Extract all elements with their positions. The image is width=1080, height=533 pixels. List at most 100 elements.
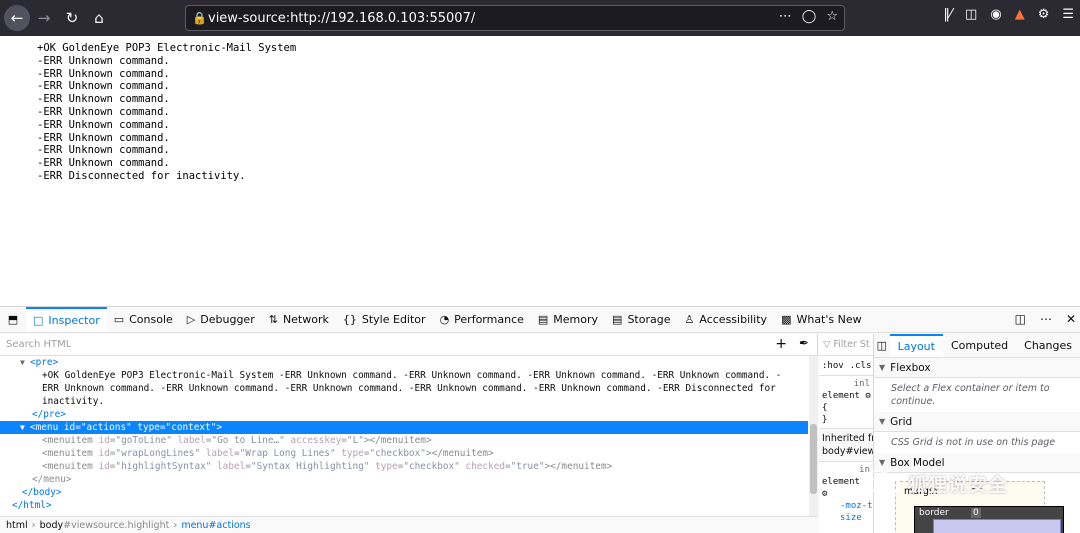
attr-value: "Wrap Long Lines" xyxy=(239,448,336,459)
debugger-icon: ▷ xyxy=(186,313,196,326)
tab-network[interactable]: ⇅ Network xyxy=(262,307,336,332)
box-model-padding xyxy=(933,519,1061,533)
box-model-diagram: margin 12 border 0 xyxy=(874,473,1080,533)
tab-performance[interactable]: ◔ Performance xyxy=(433,307,531,332)
cls-toggle[interactable]: .cls xyxy=(850,361,872,371)
attr-name: label xyxy=(177,435,206,446)
tag-close: </pre> xyxy=(32,409,66,420)
tab-debugger[interactable]: ▷ Debugger xyxy=(180,307,262,332)
scrollbar-thumb[interactable] xyxy=(810,424,817,494)
attr-value: "wrapLongLines" xyxy=(115,448,201,459)
rule-source[interactable]: in xyxy=(822,464,870,476)
more-icon[interactable]: ⋯ xyxy=(779,9,792,24)
boxmodel-section-header[interactable]: ▼ Box Model xyxy=(874,453,1080,473)
tag-close: ></menuitem> xyxy=(544,461,613,472)
tab-computed[interactable]: Computed xyxy=(943,334,1016,357)
tag-open: <menu xyxy=(30,422,59,433)
add-node-icon[interactable]: + xyxy=(775,336,787,352)
tab-inspector[interactable]: □ Inspector xyxy=(26,307,107,332)
response-line: -ERR Unknown command. xyxy=(37,157,170,170)
tab-storage[interactable]: ▤ Storage xyxy=(605,307,677,332)
pocket-icon[interactable]: ◯ xyxy=(802,9,817,24)
response-line: -ERR Unknown command. xyxy=(37,67,170,80)
chevron-down-icon: ▼ xyxy=(879,417,886,426)
grid-section-header[interactable]: ▼ Grid xyxy=(874,412,1080,432)
rule-property[interactable]: size xyxy=(822,512,870,524)
border-top-value[interactable]: 0 xyxy=(971,508,981,518)
insecure-connection-icon[interactable]: 🔒 xyxy=(186,11,208,25)
expand-triangle-icon[interactable]: ▼ xyxy=(20,421,30,434)
chevron-down-icon: ▼ xyxy=(879,458,886,467)
search-html-input[interactable] xyxy=(0,334,700,355)
response-line: -ERR Unknown command. xyxy=(37,93,170,106)
home-button[interactable]: ⌂ xyxy=(86,5,112,31)
pre-text-node[interactable]: +OK GoldenEye POP3 Electronic-Mail Syste… xyxy=(0,369,808,408)
tab-changes[interactable]: Changes xyxy=(1016,334,1080,357)
dock-options-icon[interactable]: ◫ xyxy=(1015,312,1026,326)
split-pane-icon: ◫ xyxy=(876,339,887,352)
eyedropper-icon[interactable]: ✒ xyxy=(799,336,809,350)
overflow-menu-icon[interactable]: ⋯ xyxy=(1040,312,1052,326)
fox-icon[interactable]: ▲ xyxy=(1015,7,1025,22)
tab-layout[interactable]: Layout xyxy=(889,334,943,357)
whats-new-icon: ▩ xyxy=(781,313,792,326)
inherited-from[interactable]: body#view xyxy=(822,445,873,458)
toggle-rules-pane-button[interactable]: ◫ xyxy=(874,334,890,357)
forward-button[interactable]: → xyxy=(31,5,57,31)
section-title: Box Model xyxy=(890,456,945,469)
attr-name: label xyxy=(205,448,234,459)
flexbox-section-header[interactable]: ▼ Flexbox xyxy=(874,358,1080,378)
sidebar-icon[interactable]: ◫ xyxy=(965,7,977,22)
breadcrumb-menu[interactable]: menu#actions xyxy=(181,520,250,531)
library-icon[interactable]: ‖⁄ xyxy=(943,7,952,22)
tab-accessibility[interactable]: ♙ Accessibility xyxy=(678,307,775,332)
url-text[interactable]: view-source:http://192.168.0.103:55007/ xyxy=(208,11,475,26)
element-picker-button[interactable]: ⬒ xyxy=(0,307,26,332)
breadcrumb-body[interactable]: body#viewsource.highlight xyxy=(40,520,170,531)
menuitem-node[interactable]: <menuitem id="goToLine" label="Go to Lin… xyxy=(0,434,808,447)
pre-node[interactable]: ▼ <pre> xyxy=(0,356,808,369)
chevron-down-icon: ▼ xyxy=(879,363,886,372)
tab-console[interactable]: ▭ Console xyxy=(107,307,180,332)
url-bar[interactable]: 🔒 view-source:http://192.168.0.103:55007… xyxy=(185,5,845,31)
extension-icon[interactable]: ⚙ xyxy=(1038,7,1050,22)
rule-source[interactable]: inl xyxy=(822,378,870,390)
tab-whats-new[interactable]: ▩ What's New xyxy=(774,307,869,332)
rule-brace: { xyxy=(822,403,828,413)
sidebar-tabbar: ◫ Layout Computed Changes xyxy=(874,334,1080,358)
markup-scrollbar[interactable] xyxy=(809,356,818,516)
rule-property[interactable]: -moz-t xyxy=(822,500,873,512)
tab-memory[interactable]: ▤ Memory xyxy=(531,307,605,332)
border-label: border xyxy=(919,508,949,518)
margin-top-value[interactable]: 12 xyxy=(971,482,982,492)
attr-name: checked xyxy=(465,461,505,472)
bookmark-star-icon[interactable]: ☆ xyxy=(826,9,838,24)
flexbox-hint: Select a Flex container or item to conti… xyxy=(891,383,1050,407)
close-icon[interactable]: ✕ xyxy=(1066,312,1076,326)
back-button[interactable]: ← xyxy=(4,5,30,31)
menu-icon[interactable]: ☰ xyxy=(1062,7,1074,22)
attr-name: id xyxy=(98,448,110,459)
attr-value: "checkbox" xyxy=(403,461,460,472)
breadcrumb-html[interactable]: html xyxy=(6,520,28,531)
tab-style-editor[interactable]: {} Style Editor xyxy=(336,307,433,332)
gear-icon[interactable]: ⚙ xyxy=(865,391,870,401)
response-line: -ERR Disconnected for inactivity. xyxy=(37,169,246,182)
menuitem-node[interactable]: <menuitem id="wrapLongLines" label="Wrap… xyxy=(0,447,808,460)
style-editor-icon: {} xyxy=(342,313,357,326)
hov-toggle[interactable]: :hov xyxy=(822,361,844,371)
margin-label: margin xyxy=(904,486,938,497)
menuitem-node[interactable]: <menuitem id="highlightSyntax" label="Sy… xyxy=(0,460,808,473)
page-content: +OK GoldenEye POP3 Electronic-Mail Syste… xyxy=(0,36,1080,306)
menu-node-selected[interactable]: ▼ <menu id="actions" type="context"> xyxy=(0,421,808,434)
expand-triangle-icon[interactable]: ▼ xyxy=(20,356,30,369)
tag-close: </menu> xyxy=(32,474,72,485)
grid-hint: CSS Grid is not in use on this page xyxy=(891,437,1056,448)
console-icon: ▭ xyxy=(113,313,125,326)
gear-icon[interactable]: ⚙ xyxy=(822,489,827,499)
reload-button[interactable]: ↻ xyxy=(59,5,85,31)
filter-styles-input[interactable]: ▽ Filter St xyxy=(819,334,873,356)
tab-label: Debugger xyxy=(200,313,255,326)
response-line: -ERR Unknown command. xyxy=(37,105,170,118)
account-icon[interactable]: ◉ xyxy=(990,7,1001,22)
